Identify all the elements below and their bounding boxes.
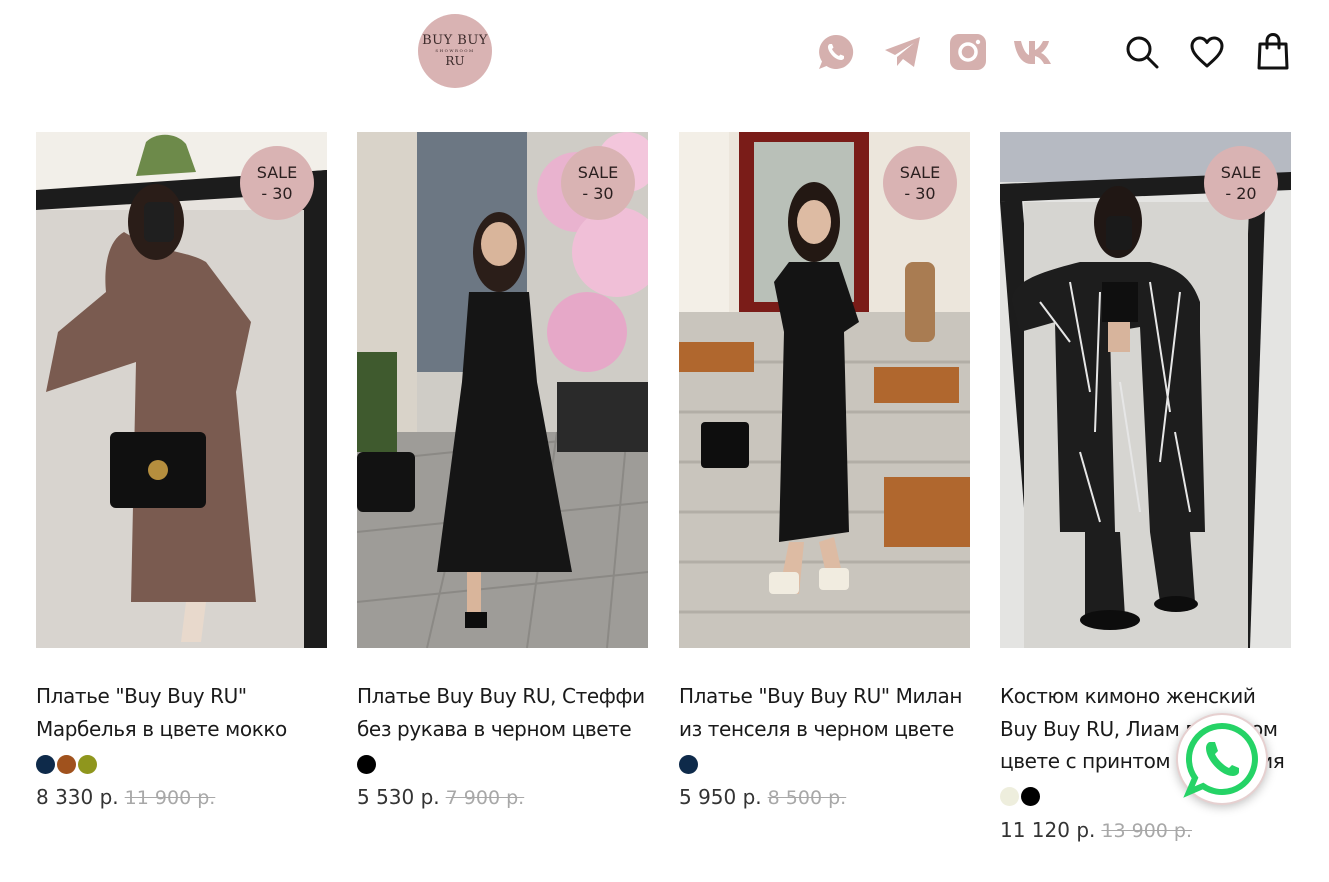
- sale-badge-label: SALE: [577, 163, 619, 182]
- old-price: 11 900 р.: [124, 787, 216, 809]
- sale-badge-label: SALE: [1220, 163, 1262, 182]
- sale-badge-label: SALE: [256, 163, 298, 182]
- product-card[interactable]: SALE - 30 Платье Buy Buy RU, Стеффи без …: [357, 132, 648, 809]
- old-price: 8 500 р.: [767, 787, 847, 809]
- heart-icon[interactable]: [1187, 32, 1227, 72]
- product-title[interactable]: Платье "Buy Buy RU" Милан из тенселя в ч…: [679, 680, 970, 745]
- price-row: 8 330 р. 11 900 р.: [36, 785, 327, 809]
- sale-badge: SALE - 30: [561, 146, 635, 220]
- logo-text-top: BUY BUY: [422, 32, 488, 48]
- product-card[interactable]: SALE - 30 Платье "Buy Buy RU" Марбелья в…: [36, 132, 327, 809]
- color-swatches: [357, 753, 648, 775]
- color-swatch[interactable]: [357, 754, 376, 774]
- current-price: 8 330 р.: [36, 785, 119, 809]
- current-price: 5 530 р.: [357, 785, 440, 809]
- current-price: 11 120 р.: [1000, 817, 1096, 842]
- price-row: 5 530 р. 7 900 р.: [357, 785, 648, 809]
- sale-badge-label: SALE: [899, 163, 941, 182]
- product-title[interactable]: Платье Buy Buy RU, Стеффи без рукава в ч…: [357, 680, 648, 745]
- vk-icon[interactable]: [1012, 32, 1056, 72]
- old-price: 13 900 р.: [1101, 819, 1193, 842]
- product-title[interactable]: Платье "Buy Buy RU" Марбелья в цвете мок…: [36, 680, 327, 745]
- color-swatch[interactable]: [57, 754, 76, 774]
- product-card[interactable]: SALE - 30 Платье "Buy Buy RU" Милан из т…: [679, 132, 970, 809]
- product-photo[interactable]: SALE - 30: [679, 132, 970, 648]
- product-photo[interactable]: SALE - 20: [1000, 132, 1291, 648]
- site-logo[interactable]: BUY BUY SHOWROOM RU: [418, 14, 492, 88]
- color-swatch[interactable]: [78, 754, 97, 774]
- color-swatch[interactable]: [679, 754, 698, 774]
- price-row: 11 120 р. 13 900 р.: [1000, 818, 1291, 842]
- bag-icon[interactable]: [1253, 30, 1293, 72]
- whatsapp-icon[interactable]: [816, 32, 856, 72]
- sale-badge-discount: - 30: [582, 184, 614, 203]
- logo-text-bottom: RU: [445, 53, 465, 68]
- sale-badge-discount: - 30: [904, 184, 936, 203]
- instagram-icon[interactable]: [948, 32, 988, 72]
- color-swatches: [36, 753, 327, 775]
- site-header: BUY BUY SHOWROOM RU: [0, 0, 1329, 110]
- old-price: 7 900 р.: [445, 787, 525, 809]
- whatsapp-chat-button[interactable]: [1176, 713, 1268, 805]
- current-price: 5 950 р.: [679, 785, 762, 809]
- product-photo[interactable]: SALE - 30: [36, 132, 327, 648]
- color-swatches: [679, 753, 970, 775]
- sale-badge: SALE - 30: [883, 146, 957, 220]
- telegram-icon[interactable]: [882, 32, 924, 72]
- sale-badge-discount: - 30: [261, 184, 293, 203]
- color-swatch[interactable]: [1000, 787, 1019, 806]
- whatsapp-icon: [1183, 722, 1258, 798]
- product-photo[interactable]: SALE - 30: [357, 132, 648, 648]
- color-swatch[interactable]: [36, 754, 55, 774]
- price-row: 5 950 р. 8 500 р.: [679, 785, 970, 809]
- color-swatch[interactable]: [1021, 787, 1040, 806]
- sale-badge: SALE - 20: [1204, 146, 1278, 220]
- sale-badge: SALE - 30: [240, 146, 314, 220]
- search-icon[interactable]: [1122, 32, 1162, 72]
- sale-badge-discount: - 20: [1225, 184, 1257, 203]
